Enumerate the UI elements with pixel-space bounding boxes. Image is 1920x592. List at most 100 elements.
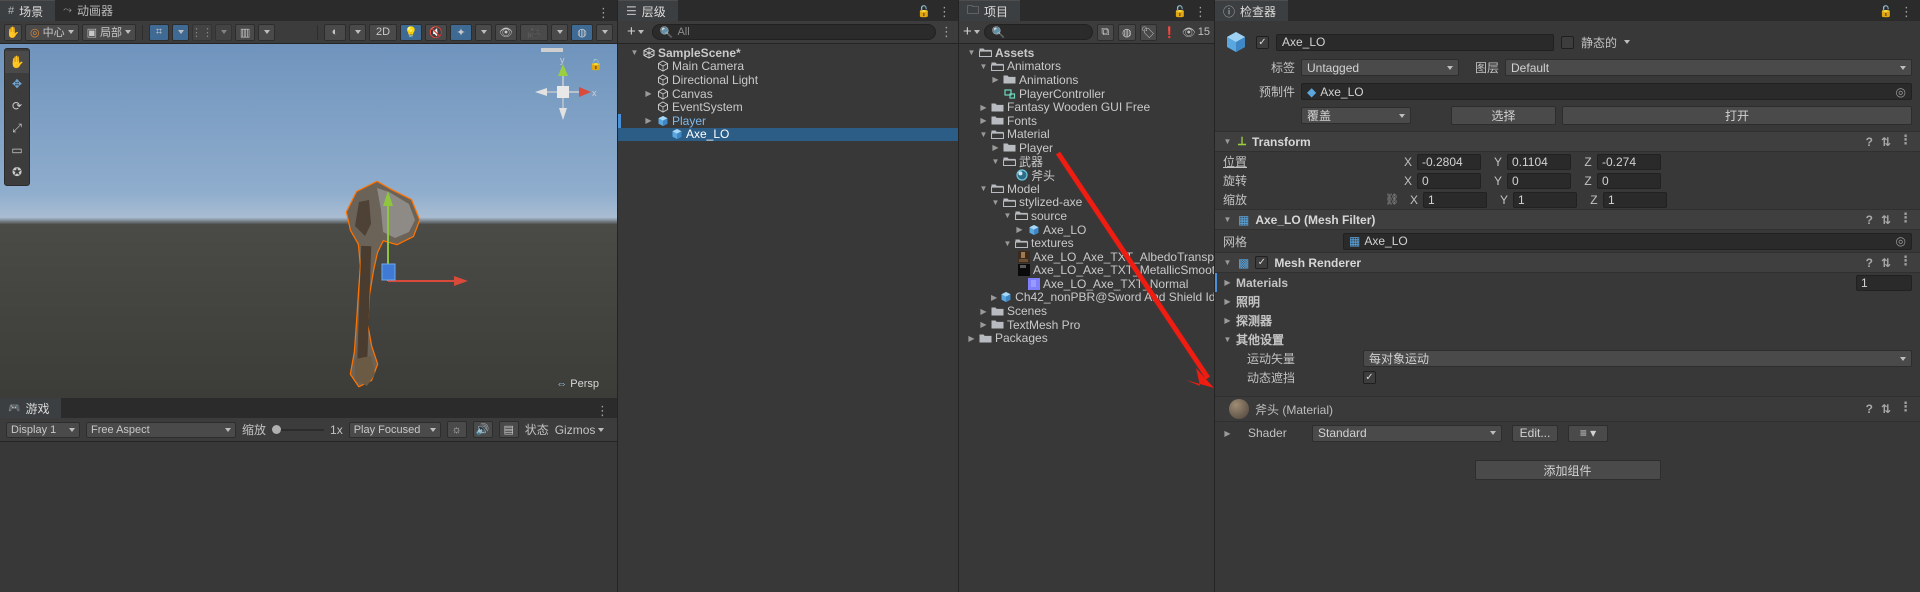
game-menu-icon[interactable]: ⋮	[596, 403, 609, 418]
hierarchy-item-eventsystem[interactable]: EventSystem	[618, 100, 958, 114]
layer-dropdown[interactable]: Default	[1505, 59, 1912, 76]
project-item-assets[interactable]: ▼ Assets	[959, 46, 1214, 60]
rotate-tool-icon[interactable]: ⟳	[5, 95, 29, 117]
toggle-2d-button[interactable]: 2D	[369, 23, 397, 41]
transform-缩放-y-field[interactable]: 1	[1512, 191, 1577, 208]
hierarchy-item-canvas[interactable]: ▶ Canvas	[618, 87, 958, 101]
project-item-ch42_nonpbrswordandshieldidle[interactable]: ▶ Ch42_nonPBR@Sword And Shield Idle	[959, 290, 1214, 304]
hierarchy-item-maincamera[interactable]: Main Camera	[618, 59, 958, 73]
hierarchy-item-samplescene[interactable]: ▼ SampleScene*	[618, 46, 958, 60]
hand-tool-icon[interactable]: ✋	[5, 51, 29, 73]
chevron-down-icon[interactable]: ▼	[991, 198, 1000, 207]
project-item-source[interactable]: ▼ source	[959, 209, 1214, 223]
hierarchy-tree[interactable]: ▼ SampleScene* Main Camera Directional Ligh…	[618, 44, 958, 592]
component-menu-icon[interactable]: ⋮	[1899, 211, 1912, 227]
object-picker-icon[interactable]: ◎	[1896, 234, 1906, 248]
chevron-down-icon[interactable]: ▼	[1003, 239, 1012, 248]
project-item-axe_lo_axe_txt_metallicsmoothness[interactable]: Axe_LO_Axe_TXT_MetallicSmoothness	[959, 263, 1214, 277]
tab-animator[interactable]: ⤳ 动画器	[55, 0, 125, 21]
chevron-right-icon[interactable]: ▶	[1223, 278, 1232, 287]
chevron-down-icon[interactable]: ▼	[1223, 137, 1232, 146]
chevron-right-icon[interactable]: ▶	[991, 143, 1000, 152]
project-item-model[interactable]: ▼ Model	[959, 182, 1214, 196]
chevron-down-icon[interactable]: ▼	[979, 184, 988, 193]
move-tool-icon[interactable]: ✥	[5, 73, 29, 95]
chevron-right-icon[interactable]: ▶	[979, 307, 988, 316]
transform-旋转-y-field[interactable]: 0	[1507, 172, 1571, 189]
scale-tool-icon[interactable]: ⤢	[5, 117, 29, 139]
scene-lighting-icon[interactable]: 💡	[400, 23, 422, 41]
help-icon[interactable]: ?	[1866, 213, 1873, 227]
chevron-down-icon[interactable]: ▼	[979, 62, 988, 71]
transform-位置-z-field[interactable]: -0.274	[1597, 153, 1661, 170]
tab-game[interactable]: 🎮 游戏	[0, 397, 62, 418]
chevron-down-icon[interactable]: ▼	[967, 48, 976, 57]
transform-旋转-x-field[interactable]: 0	[1417, 172, 1481, 189]
hierarchy-item-directionallight[interactable]: Directional Light	[618, 73, 958, 87]
probes-row[interactable]: ▶ 探测器	[1215, 311, 1920, 330]
camera-dropdown[interactable]	[551, 23, 568, 41]
project-item-axe_lo[interactable]: ▶ Axe_LO	[959, 223, 1214, 237]
project-item-animators[interactable]: ▼ Animators	[959, 59, 1214, 73]
help-icon[interactable]: ?	[1866, 256, 1873, 270]
chevron-down-icon[interactable]: ▼	[1223, 215, 1232, 224]
grid-plane-dropdown[interactable]	[258, 23, 276, 41]
project-item-material[interactable]: ▼ Material	[959, 127, 1214, 141]
shader-dropdown[interactable]: Standard	[1312, 424, 1502, 442]
project-item-player[interactable]: ▶ Player	[959, 141, 1214, 155]
camera-icon[interactable]: 🎥	[520, 23, 548, 41]
scene-audio-icon[interactable]: 🔇	[425, 23, 447, 41]
transform-旋转-z-field[interactable]: 0	[1597, 172, 1661, 189]
preset-icon[interactable]: ⇅	[1881, 135, 1891, 149]
shading-mode-dropdown[interactable]	[349, 23, 366, 41]
stats-label[interactable]: 状态	[525, 421, 549, 438]
project-item-textures[interactable]: ▼ textures	[959, 236, 1214, 250]
lock-icon[interactable]: 🔓	[1173, 5, 1187, 18]
play-focused-dropdown[interactable]: Play Focused	[348, 421, 441, 438]
aspect-dropdown[interactable]: Free Aspect	[86, 421, 236, 438]
project-item-animations[interactable]: ▶ Animations	[959, 73, 1214, 87]
gizmos-icon[interactable]: ◍	[571, 23, 593, 41]
warning-count[interactable]: 👁 15	[1182, 26, 1210, 39]
scale-slider[interactable]	[272, 424, 325, 436]
scene-viewport[interactable]: ✋ ✥ ⟳ ⤢ ▭ ✪ y x 🔒 ⇔ Persp	[0, 44, 617, 398]
chevron-down-icon[interactable]: ▼	[1223, 335, 1232, 344]
lock-icon[interactable]: 🔓	[917, 5, 931, 18]
materials-row[interactable]: ▶ Materials 1	[1215, 273, 1920, 292]
project-item-playercontroller[interactable]: PlayerController	[959, 87, 1214, 101]
component-menu-icon[interactable]: ⋮	[1899, 133, 1912, 149]
chevron-right-icon[interactable]: ▶	[979, 103, 988, 112]
chevron-down-icon[interactable]: ▼	[1003, 211, 1012, 220]
lock-icon[interactable]: 🔓	[1879, 5, 1893, 18]
tab-scene[interactable]: # 场景	[0, 0, 56, 21]
shader-options-button[interactable]: ≡ ▾	[1568, 424, 1608, 442]
chevron-right-icon[interactable]: ▶	[644, 89, 653, 98]
hierarchy-item-player[interactable]: ▶ Player	[618, 114, 958, 128]
chevron-right-icon[interactable]: ▶	[1223, 297, 1232, 306]
snap-increment-dropdown[interactable]	[215, 23, 233, 41]
chevron-right-icon[interactable]: ▶	[979, 116, 988, 125]
mesh-renderer-enabled-checkbox[interactable]: ✓	[1255, 256, 1269, 269]
object-enabled-checkbox[interactable]: ✓	[1256, 35, 1269, 49]
gizmos-dropdown[interactable]	[596, 23, 613, 41]
project-item-textmeshpro[interactable]: ▶ TextMesh Pro	[959, 318, 1214, 332]
chevron-right-icon[interactable]: ▶	[967, 334, 976, 343]
overrides-dropdown[interactable]: 覆盖	[1301, 107, 1411, 124]
scene-view-gizmo[interactable]: y x	[527, 56, 599, 128]
dynamic-occlusion-checkbox[interactable]: ✓	[1363, 371, 1376, 384]
hierarchy-search-input[interactable]: 🔍 All	[651, 24, 936, 40]
project-item-stylizedaxe[interactable]: ▼ stylized-axe	[959, 195, 1214, 209]
tab-hierarchy[interactable]: ☰ 层级	[618, 0, 678, 21]
chevron-right-icon[interactable]: ▶	[644, 116, 653, 125]
static-dropdown-icon[interactable]	[1624, 40, 1631, 44]
motion-vectors-dropdown[interactable]: 每对象运动	[1363, 350, 1912, 367]
mesh-renderer-component-header[interactable]: ▼ ▩ ✓ Mesh Renderer ? ⇅ ⋮	[1215, 252, 1920, 273]
shading-mode-icon[interactable]: ◐	[324, 23, 346, 41]
chevron-right-icon[interactable]: ▶	[991, 75, 1000, 84]
component-menu-icon[interactable]: ⋮	[1899, 254, 1912, 270]
chevron-down-icon[interactable]: ▼	[1223, 258, 1232, 267]
rect-tool-icon[interactable]: ▭	[5, 139, 29, 161]
filter-by-type-icon[interactable]: ◍	[1117, 23, 1136, 41]
gizmos-dropdown-game[interactable]: Gizmos	[555, 423, 605, 437]
static-checkbox[interactable]	[1561, 35, 1574, 49]
